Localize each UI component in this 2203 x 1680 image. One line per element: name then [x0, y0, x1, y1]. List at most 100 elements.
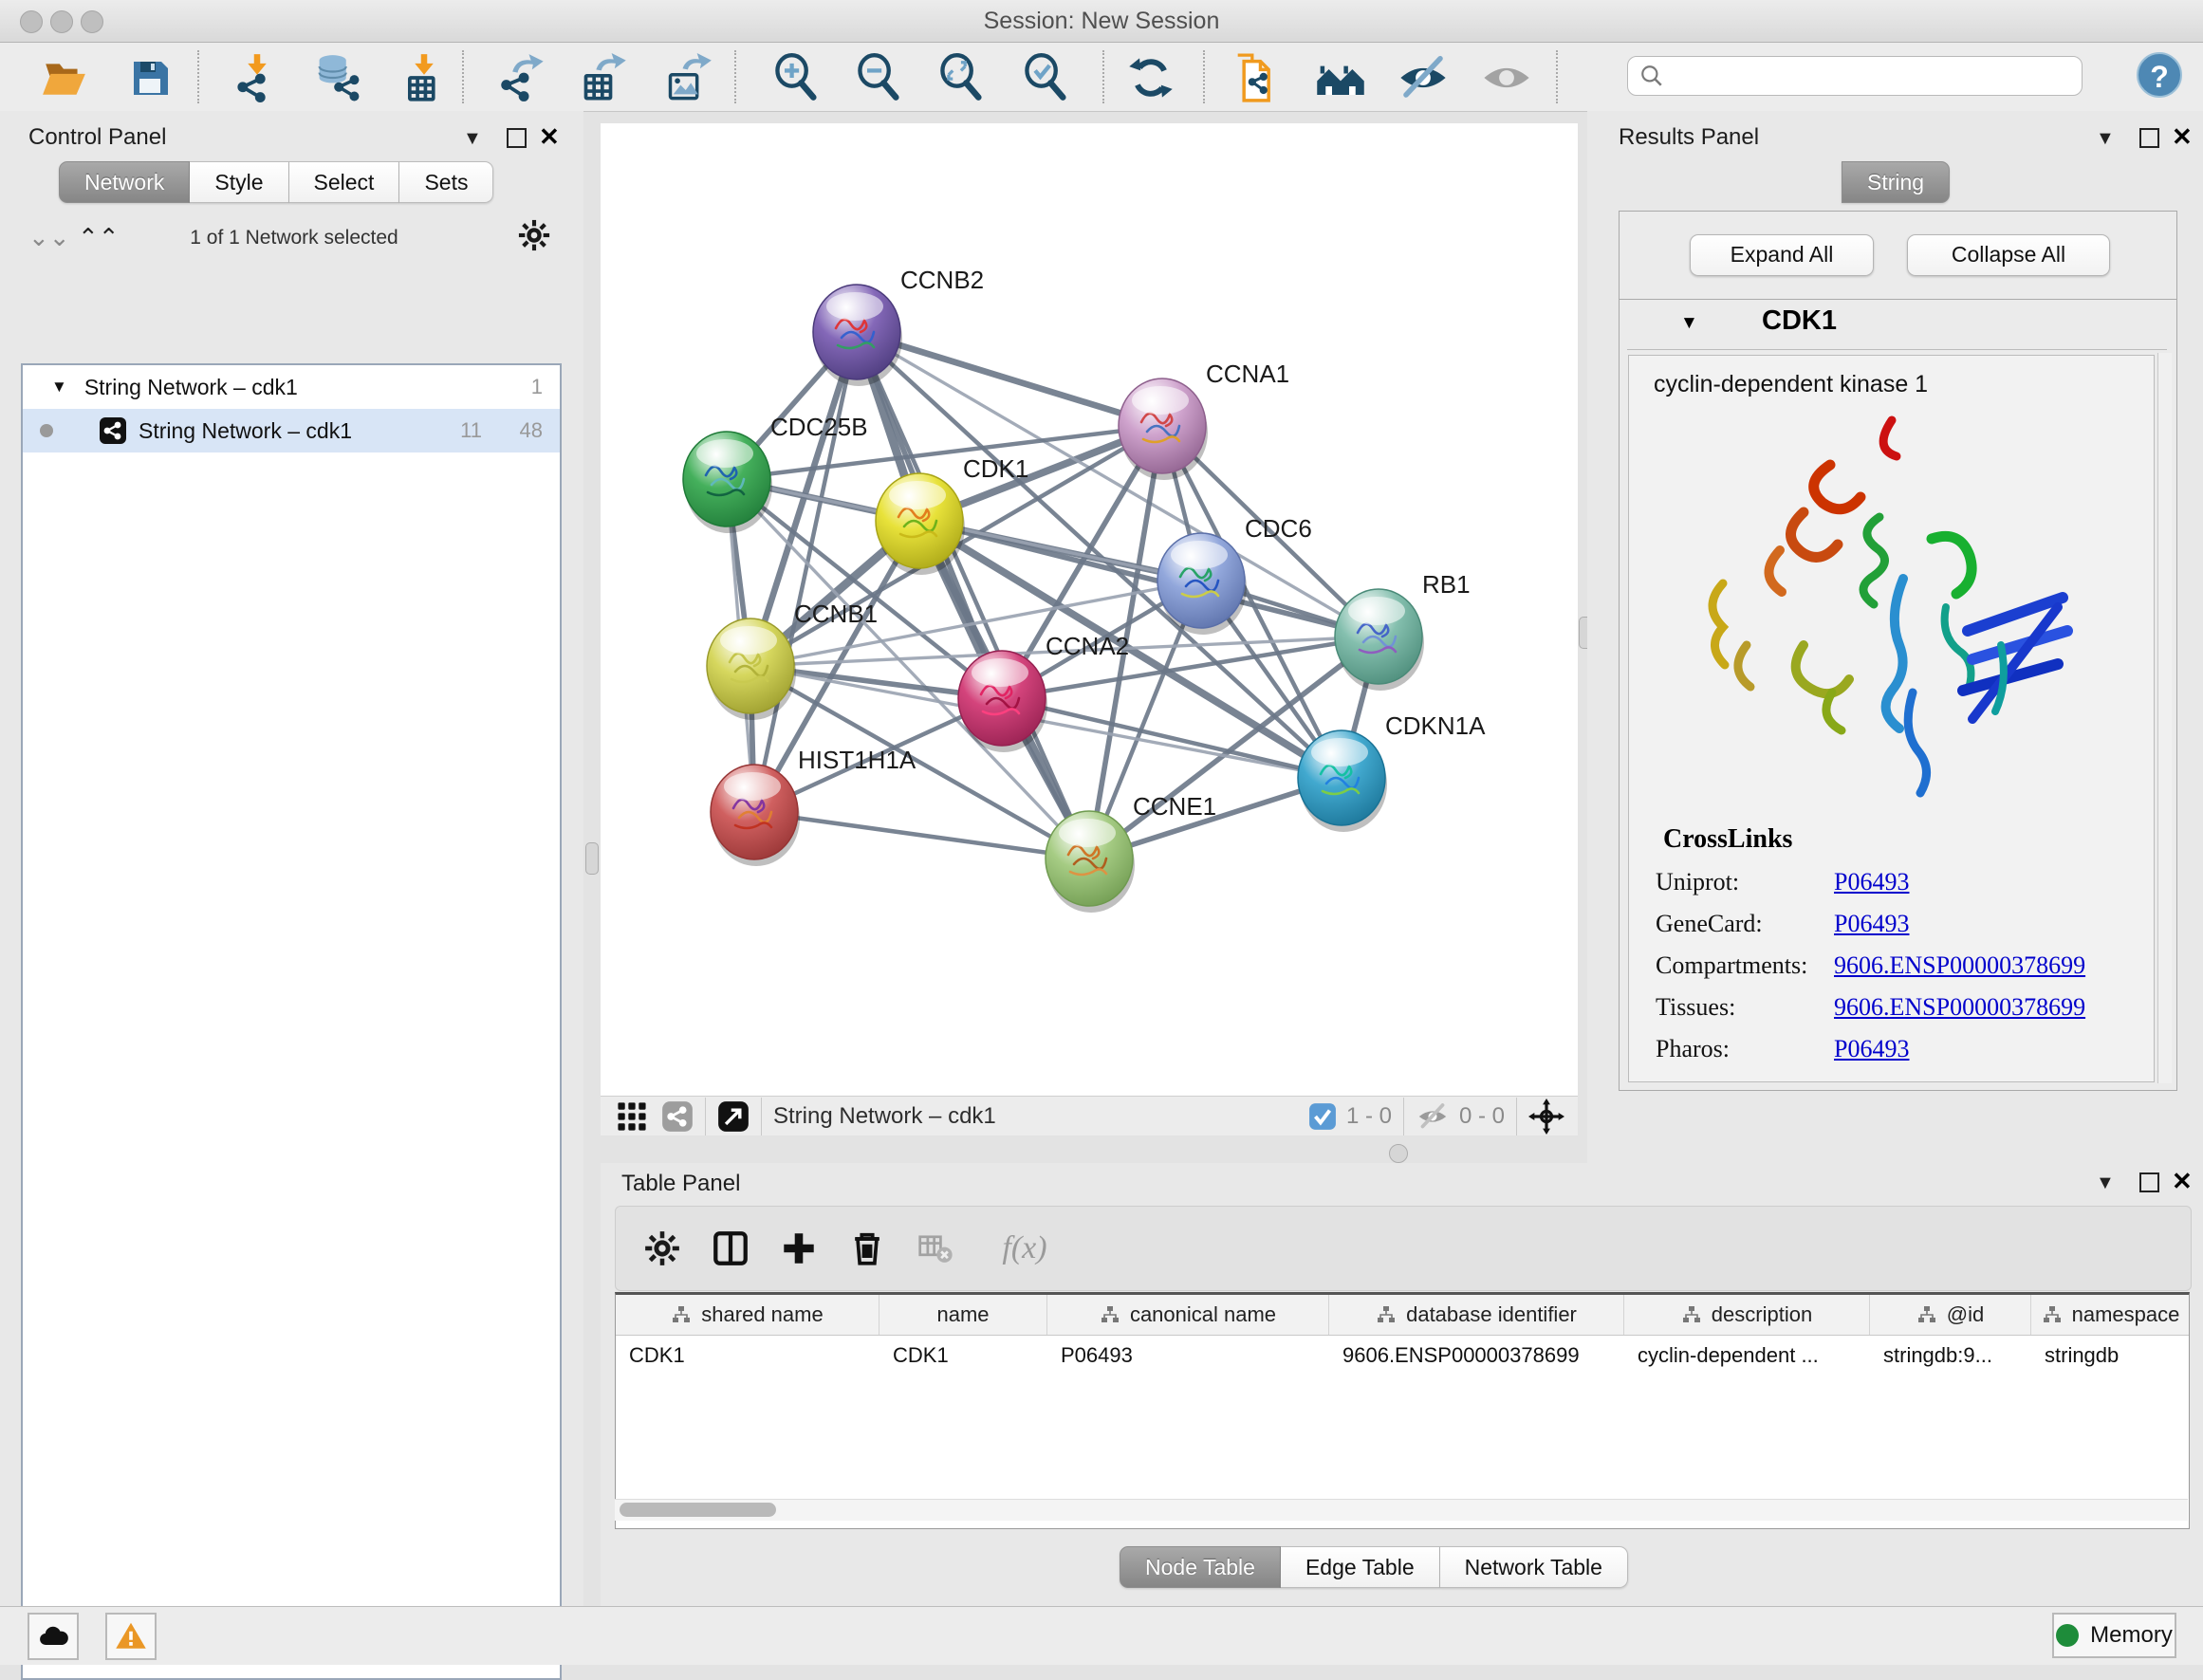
table-cell[interactable]: stringdb:9...	[1870, 1336, 2031, 1375]
panel-close-icon[interactable]: ✕	[539, 122, 560, 152]
crosslink-link[interactable]: 9606.ENSP00000378699	[1834, 951, 2085, 980]
network-node-CDKN1A[interactable]	[1298, 730, 1387, 832]
table-cell[interactable]: cyclin-dependent ...	[1624, 1336, 1870, 1375]
import-network-icon[interactable]	[231, 51, 284, 104]
add-column-icon[interactable]	[777, 1227, 821, 1270]
tab-string[interactable]: String	[1842, 161, 1950, 203]
export-table-icon[interactable]	[578, 51, 631, 104]
help-icon[interactable]: ?	[2137, 52, 2182, 98]
fit-content-crosshair-icon[interactable]	[1528, 1098, 1564, 1135]
crosslink-link[interactable]: 9606.ENSP00000378699	[1834, 993, 2085, 1022]
search-input[interactable]	[1672, 63, 2082, 89]
table-horizontal-scrollbar[interactable]	[615, 1499, 2188, 1521]
network-node-CDC25B[interactable]	[683, 432, 772, 533]
zoom-in-icon[interactable]	[770, 51, 824, 104]
table-options-gear-icon[interactable]	[640, 1227, 684, 1270]
tab-style[interactable]: Style	[190, 161, 288, 203]
table-cell[interactable]: P06493	[1047, 1336, 1329, 1375]
collection-expand-icon[interactable]: ▼	[51, 378, 67, 397]
column-header-canonical-name[interactable]: canonical name	[1047, 1295, 1329, 1335]
panel-maximize-icon[interactable]	[507, 128, 527, 148]
table-cell[interactable]: CDK1	[879, 1336, 1047, 1375]
zoom-selected-icon[interactable]	[1020, 51, 1073, 104]
network-overview-icon[interactable]	[661, 1100, 694, 1133]
network-from-file-icon[interactable]	[1228, 51, 1281, 104]
crosslink-link[interactable]: P06493	[1834, 1035, 1909, 1063]
memory-indicator[interactable]: Memory	[2052, 1613, 2176, 1658]
save-session-icon[interactable]	[123, 51, 176, 104]
crosslink-link[interactable]: P06493	[1834, 868, 1909, 896]
network-view-canvas[interactable]: CCNB2CCNA1CDC25BCDK1CDC6RB1CCNB1CCNA2CDK…	[601, 123, 1578, 1096]
network-node-CCNE1[interactable]	[1046, 811, 1135, 913]
network-node-CCNB2[interactable]	[813, 285, 902, 386]
network-edge[interactable]	[857, 332, 1089, 858]
table-cell[interactable]: stringdb	[2031, 1336, 2190, 1375]
section-collapse-icon[interactable]: ▼	[1680, 313, 1698, 334]
expand-all-button[interactable]: Expand All	[1690, 234, 1874, 276]
panel-float-icon[interactable]: ▼	[463, 128, 482, 150]
import-table-icon[interactable]	[398, 51, 451, 104]
panel-maximize-icon[interactable]	[2139, 1172, 2159, 1192]
left-splitter-handle[interactable]	[585, 842, 599, 875]
search-box[interactable]	[1627, 56, 2083, 96]
network-collection-row[interactable]: ▼ String Network – cdk1 1	[23, 365, 560, 409]
warning-button[interactable]	[105, 1613, 157, 1660]
column-header-shared-name[interactable]: shared name	[616, 1295, 879, 1335]
show-columns-icon[interactable]	[709, 1227, 752, 1270]
table-cell[interactable]: 9606.ENSP00000378699	[1329, 1336, 1624, 1375]
table-cell[interactable]: CDK1	[616, 1336, 879, 1375]
delete-column-icon[interactable]	[845, 1227, 889, 1270]
network-node-CDK1[interactable]	[876, 473, 965, 575]
table-row[interactable]: CDK1CDK1P064939606.ENSP00000378699cyclin…	[616, 1336, 2189, 1375]
panel-maximize-icon[interactable]	[2139, 128, 2159, 148]
column-header-database-identifier[interactable]: database identifier	[1329, 1295, 1624, 1335]
close-window-button[interactable]	[20, 10, 43, 33]
tab-node-table[interactable]: Node Table	[1120, 1546, 1281, 1588]
tab-sets[interactable]: Sets	[399, 161, 493, 203]
cloud-button[interactable]	[28, 1613, 79, 1660]
hide-selected-icon[interactable]	[1397, 51, 1450, 104]
zoom-fit-icon[interactable]	[935, 51, 989, 104]
import-database-icon[interactable]	[310, 51, 363, 104]
network-edge[interactable]	[857, 332, 1162, 426]
expand-all-tree-icon[interactable]: ⌃⌃	[78, 223, 120, 252]
network-node-HIST1H1A[interactable]	[711, 765, 800, 866]
panel-float-icon[interactable]: ▼	[2096, 1172, 2115, 1194]
selected-checkbox-icon[interactable]	[1308, 1102, 1337, 1131]
collapse-all-tree-icon[interactable]: ⌄⌄	[28, 223, 70, 252]
collapse-all-button[interactable]: Collapse All	[1907, 234, 2110, 276]
node-table[interactable]: shared namenamecanonical namedatabase id…	[615, 1292, 2190, 1529]
network-edge[interactable]	[1002, 698, 1342, 778]
tab-network[interactable]: Network	[59, 161, 190, 203]
export-network-icon[interactable]	[496, 51, 549, 104]
panel-float-icon[interactable]: ▼	[2096, 128, 2115, 150]
network-options-gear-icon[interactable]	[517, 218, 551, 257]
open-session-icon[interactable]	[38, 51, 91, 104]
crosslink-link[interactable]: P06493	[1834, 910, 1909, 938]
tab-edge-table[interactable]: Edge Table	[1281, 1546, 1440, 1588]
network-row-selected[interactable]: String Network – cdk1 11 48	[23, 409, 560, 452]
results-scrollbar[interactable]	[2157, 353, 2172, 1083]
show-all-icon[interactable]	[1480, 51, 1533, 104]
network-graph[interactable]: CCNB2CCNA1CDC25BCDK1CDC6RB1CCNB1CCNA2CDK…	[601, 123, 1578, 1096]
horizontal-splitter-handle[interactable]	[1389, 1144, 1408, 1163]
panel-close-icon[interactable]: ✕	[2172, 1167, 2193, 1196]
tab-network-table[interactable]: Network Table	[1440, 1546, 1628, 1588]
tab-select[interactable]: Select	[289, 161, 400, 203]
scrollbar-thumb[interactable]	[620, 1503, 776, 1517]
minimize-window-button[interactable]	[50, 10, 73, 33]
column-header-description[interactable]: description	[1624, 1295, 1870, 1335]
detach-view-icon[interactable]	[717, 1100, 750, 1133]
zoom-window-button[interactable]	[81, 10, 103, 33]
first-neighbors-icon[interactable]	[1314, 51, 1367, 104]
column-header-@id[interactable]: @id	[1870, 1295, 2031, 1335]
column-header-namespace[interactable]: namespace	[2031, 1295, 2190, 1335]
export-image-icon[interactable]	[662, 51, 715, 104]
network-node-RB1[interactable]	[1335, 589, 1424, 691]
network-node-CCNB1[interactable]	[707, 618, 796, 720]
column-header-name[interactable]: name	[879, 1295, 1047, 1335]
network-edge[interactable]	[754, 812, 1089, 858]
panel-close-icon[interactable]: ✕	[2172, 122, 2193, 152]
network-node-CCNA1[interactable]	[1119, 378, 1208, 480]
birds-eye-view-icon[interactable]	[616, 1100, 648, 1133]
